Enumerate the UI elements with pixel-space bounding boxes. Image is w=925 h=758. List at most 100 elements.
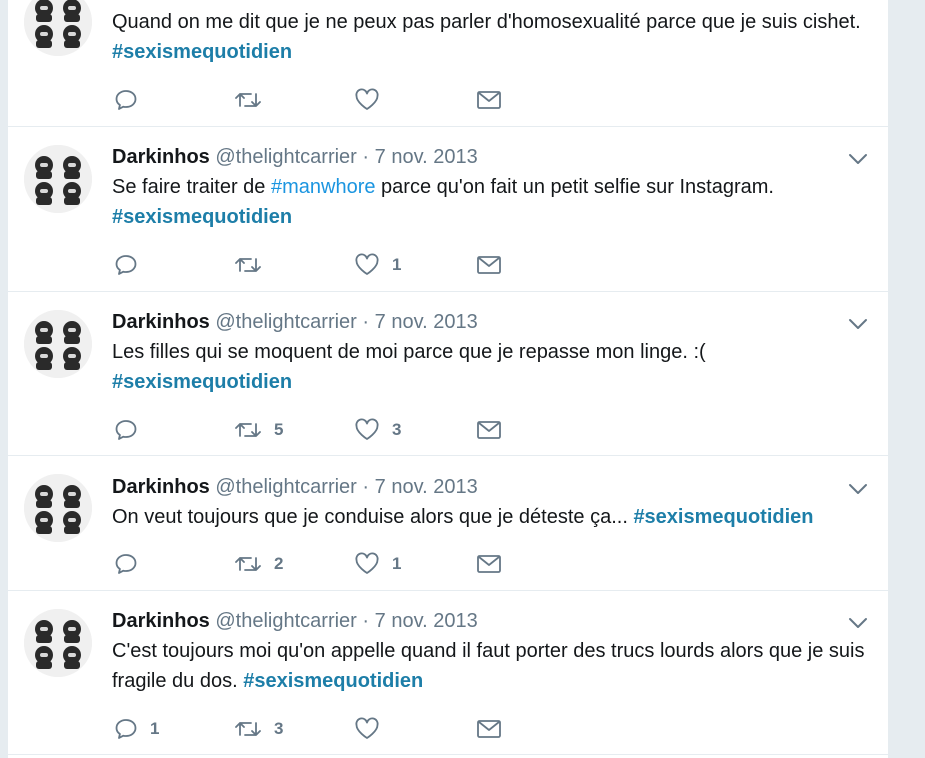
tweet-2[interactable]: Darkinhos @thelightcarrier · 7 nov. 2013… (8, 292, 888, 456)
tweet-date[interactable]: 7 nov. 2013 (375, 311, 478, 333)
tweet-0[interactable]: Quand on me dit que je ne peux pas parle… (8, 0, 888, 127)
envelope-icon (477, 555, 501, 573)
hashtag-link[interactable]: #sexismequotidien (243, 670, 423, 692)
reply-icon (115, 255, 137, 275)
tweet-text: On veut toujours que je conduise alors q… (112, 502, 872, 532)
tweet-date[interactable]: 7 nov. 2013 (375, 610, 478, 632)
tweet-text-body: On veut toujours que je conduise alors q… (112, 506, 634, 528)
author-name[interactable]: Darkinhos (112, 610, 210, 632)
tweet-text: Quand on me dit que je ne peux pas parle… (112, 7, 872, 67)
heart-icon (355, 88, 379, 110)
reply-button[interactable] (114, 86, 138, 114)
hashtag-link[interactable]: #manwhore (271, 176, 376, 198)
retweet-icon (235, 258, 261, 272)
avatar-portrait-grid-icon (24, 145, 92, 213)
tweet-actions: 1 (114, 251, 614, 279)
like-count: 3 (392, 420, 402, 439)
tweet-header: Darkinhos @thelightcarrier · 7 nov. 2013 (112, 310, 478, 334)
hashtag-link[interactable]: #sexismequotidien (112, 206, 292, 228)
avatar[interactable] (24, 0, 92, 56)
tweet-menu-caret[interactable] (848, 317, 868, 331)
timeline: Quand on me dit que je ne peux pas parle… (8, 0, 888, 758)
hashtag-link[interactable]: #sexismequotidien (112, 371, 292, 393)
avatar[interactable] (24, 145, 92, 213)
tweet-actions: 2 1 (114, 550, 614, 578)
like-button[interactable]: 3 (354, 416, 401, 444)
retweet-icon (235, 557, 261, 571)
reply-icon (115, 90, 137, 110)
tweet-menu-caret[interactable] (848, 616, 868, 630)
author-handle[interactable]: @thelightcarrier (215, 311, 356, 333)
direct-message-button[interactable] (476, 550, 502, 578)
tweet-date[interactable]: 7 nov. 2013 (375, 476, 478, 498)
header-separator: · (362, 610, 370, 632)
avatar-portrait-grid-icon (24, 310, 92, 378)
reply-button[interactable] (114, 251, 150, 279)
hashtag-link[interactable]: #sexismequotidien (112, 41, 292, 63)
heart-icon (355, 717, 379, 739)
tweet-text-body: Les filles qui se moquent de moi parce q… (112, 341, 706, 363)
hashtag-link[interactable]: #sexismequotidien (633, 506, 813, 528)
retweet-button[interactable]: 2 (234, 550, 283, 578)
author-name[interactable]: Darkinhos (112, 146, 210, 168)
envelope-icon (477, 91, 501, 109)
envelope-icon (477, 720, 501, 738)
reply-icon (115, 554, 137, 574)
heart-icon (355, 418, 379, 440)
tweet-actions: 1 3 (114, 715, 614, 743)
author-name[interactable]: Darkinhos (112, 311, 210, 333)
tweet-header: Darkinhos @thelightcarrier · 7 nov. 2013 (112, 609, 478, 633)
retweet-icon (235, 423, 261, 437)
like-count: 1 (392, 554, 402, 573)
direct-message-button[interactable] (476, 251, 502, 279)
envelope-icon (477, 256, 501, 274)
avatar[interactable] (24, 609, 92, 677)
like-count: 1 (392, 255, 402, 274)
page-background-gutter (888, 0, 925, 758)
direct-message-button[interactable] (476, 86, 502, 114)
tweet-text-body: C'est toujours moi qu'on appelle quand i… (112, 640, 865, 692)
reply-button[interactable] (114, 416, 150, 444)
retweet-button[interactable] (234, 251, 274, 279)
tweet-menu-caret[interactable] (848, 482, 868, 496)
retweet-button[interactable] (234, 86, 262, 114)
tweet-text: Se faire traiter de #manwhore parce qu'o… (112, 172, 872, 232)
like-button[interactable] (354, 86, 380, 114)
tweet-text-body: parce qu'on fait un petit selfie sur Ins… (375, 176, 774, 198)
heart-icon (355, 552, 379, 574)
avatar-portrait-grid-icon (24, 609, 92, 677)
reply-button[interactable]: 1 (114, 715, 159, 743)
tweet-text: Les filles qui se moquent de moi parce q… (112, 337, 872, 397)
chevron-down-icon (849, 618, 867, 628)
retweet-button[interactable]: 5 (234, 416, 283, 444)
reply-icon (115, 719, 137, 739)
avatar[interactable] (24, 310, 92, 378)
retweet-count: 5 (274, 420, 284, 439)
reply-button[interactable] (114, 550, 150, 578)
author-handle[interactable]: @thelightcarrier (215, 610, 356, 632)
tweet-date[interactable]: 7 nov. 2013 (375, 146, 478, 168)
direct-message-button[interactable] (476, 715, 502, 743)
avatar[interactable] (24, 474, 92, 542)
retweet-button[interactable]: 3 (234, 715, 283, 743)
like-button[interactable]: 1 (354, 550, 401, 578)
retweet-icon (235, 93, 261, 107)
reply-icon (115, 420, 137, 440)
tweet-text: C'est toujours moi qu'on appelle quand i… (112, 636, 872, 696)
like-button[interactable] (354, 715, 392, 743)
retweet-icon (235, 722, 261, 736)
author-handle[interactable]: @thelightcarrier (215, 476, 356, 498)
tweet-3[interactable]: Darkinhos @thelightcarrier · 7 nov. 2013… (8, 456, 888, 591)
chevron-down-icon (849, 484, 867, 494)
like-button[interactable]: 1 (354, 251, 401, 279)
direct-message-button[interactable] (476, 416, 502, 444)
tweet-text-body: Quand on me dit que je ne peux pas parle… (112, 11, 861, 33)
avatar-portrait-grid-icon (24, 0, 92, 56)
author-name[interactable]: Darkinhos (112, 476, 210, 498)
author-handle[interactable]: @thelightcarrier (215, 146, 356, 168)
tweet-actions (114, 86, 614, 114)
tweet-1[interactable]: Darkinhos @thelightcarrier · 7 nov. 2013… (8, 127, 888, 292)
tweet-menu-caret[interactable] (848, 152, 868, 166)
tweet-4[interactable]: Darkinhos @thelightcarrier · 7 nov. 2013… (8, 591, 888, 755)
chevron-down-icon (849, 154, 867, 164)
